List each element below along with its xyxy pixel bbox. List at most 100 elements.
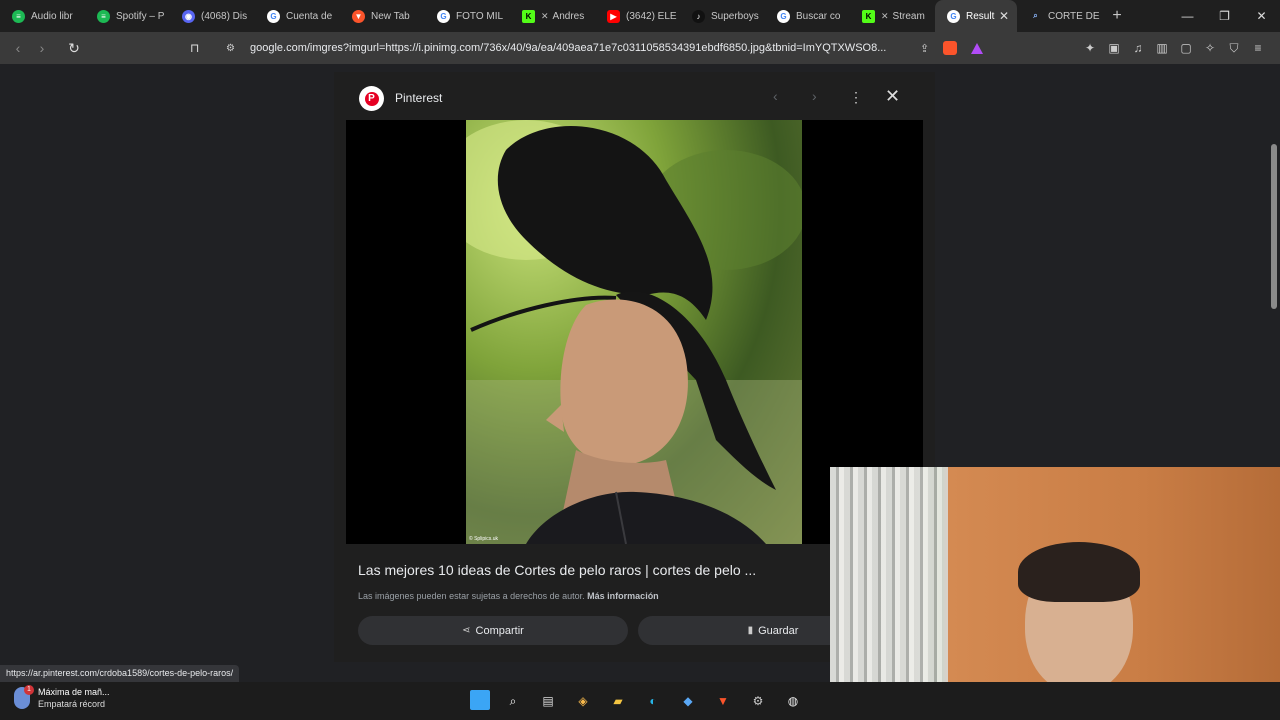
weather-title: Máxima de mañ... (38, 687, 110, 697)
tab-1[interactable]: ≡ Spotify – P (85, 0, 170, 32)
tab-label: (3642) ELE (626, 10, 677, 22)
settings-icon[interactable]: ⚙ (746, 690, 770, 712)
browser-toolbar: ‹ › ↻ ⊓ ⚙ google.com/imgres?imgurl=https… (0, 32, 1280, 64)
tab-9[interactable]: G Buscar co (765, 0, 850, 32)
copilot-icon[interactable]: ◈ (571, 690, 595, 712)
menu-icon[interactable]: ≡ (1246, 41, 1270, 55)
tab-6[interactable]: K ✕ Andres (510, 0, 595, 32)
back-icon[interactable]: ‹ (6, 40, 30, 56)
tab-label: Buscar co (796, 10, 841, 22)
tab-label: CORTE DE (1048, 10, 1100, 22)
close-viewer-icon[interactable]: ✕ (885, 86, 900, 107)
tab-label: Andres (552, 10, 585, 22)
save-label: Guardar (758, 624, 799, 637)
tab-3[interactable]: G Cuenta de (255, 0, 340, 32)
mute-icon: ✕ (881, 10, 889, 21)
new-tab-button[interactable]: + (1102, 7, 1132, 25)
copyright-note: Las imágenes pueden estar sujetas a dere… (358, 591, 659, 601)
pinterest-icon[interactable]: P (359, 86, 384, 111)
more-options-icon[interactable]: ⋮ (849, 89, 863, 106)
share-label: Compartir (475, 624, 524, 637)
tab-8[interactable]: ♪ Superboys (680, 0, 765, 32)
tab-label: Result (966, 10, 995, 22)
search-icon[interactable]: ⌕ (501, 690, 525, 712)
kick-icon: K (862, 9, 875, 23)
minimize-icon[interactable]: — (1169, 0, 1206, 32)
tab-label: FOTO MIL (456, 10, 504, 22)
tab-label: Stream (892, 10, 925, 22)
forward-icon[interactable]: › (30, 40, 54, 56)
weather-widget[interactable]: 1 Máxima de mañ... Empatará récord (14, 685, 110, 710)
edge-icon[interactable]: ◐ (641, 690, 665, 712)
search-icon: ⌕ (1033, 11, 1038, 20)
weather-icon: 1 (14, 685, 34, 709)
google-icon: G (777, 9, 790, 23)
bookmark-icon: ▮ (747, 625, 754, 636)
google-icon: G (267, 9, 280, 23)
tab-label: Spotify – P (116, 10, 165, 22)
extensions-icon[interactable]: ✦ (1078, 41, 1102, 55)
window-controls: — ❐ ✕ (1169, 0, 1280, 32)
kick-icon: K (522, 9, 535, 23)
close-tab-icon[interactable]: ✕ (999, 9, 1009, 23)
scrollbar-thumb[interactable] (1271, 144, 1277, 309)
share-button[interactable]: ⋖ Compartir (358, 616, 628, 645)
discord-icon: ◉ (182, 9, 195, 23)
google-icon: G (437, 9, 450, 23)
tab-10[interactable]: K ✕ Stream (850, 0, 935, 32)
tab-search-icon[interactable]: ▣ (1102, 41, 1126, 55)
obs-icon[interactable]: ◍ (781, 690, 805, 712)
tab-2[interactable]: ◉ (4068) Dis (170, 0, 255, 32)
photo-credit: © Splipics.uk (469, 536, 498, 542)
brave-icon: ▼ (352, 9, 365, 23)
viewer-source[interactable]: Pinterest (395, 91, 442, 105)
mute-icon: ✕ (541, 10, 549, 21)
restore-icon[interactable]: ❐ (1206, 0, 1243, 32)
taskbar-apps: ⌕ ▤ ◈ ▰ ◐ ◆ ▼ ⚙ ◍ (470, 690, 816, 712)
taskbar: 1 Máxima de mañ... Empatará récord ⌕ ▤ ◈… (0, 682, 1280, 720)
next-image-icon[interactable]: › (812, 88, 817, 104)
url-text[interactable]: google.com/imgres?imgurl=https://i.pinim… (250, 42, 910, 54)
brave-taskbar-icon[interactable]: ▼ (711, 690, 735, 712)
tab-11-active[interactable]: G Result ✕ (935, 0, 1017, 32)
tab-label: New Tab (371, 10, 410, 22)
address-bar[interactable]: ⊓ ⚙ google.com/imgres?imgurl=https://i.p… (190, 36, 993, 60)
windows-start-icon[interactable] (470, 690, 490, 710)
media-icon[interactable]: ♫ (1126, 41, 1150, 55)
tab-7[interactable]: ▶ (3642) ELE (595, 0, 680, 32)
bookmark-icon[interactable]: ⊓ (190, 41, 210, 55)
leo-ai-icon[interactable]: ✧ (1198, 41, 1222, 55)
weather-badge: 1 (24, 685, 34, 695)
site-info-icon[interactable]: ⚙ (226, 43, 246, 54)
store-icon[interactable]: ◆ (676, 690, 700, 712)
reload-icon[interactable]: ↻ (62, 40, 86, 57)
sidebar-icon[interactable]: ▥ (1150, 41, 1174, 55)
preview-photo[interactable]: © Splipics.uk (466, 120, 802, 544)
spotify-icon: ≡ (97, 9, 110, 23)
share-icon[interactable]: ⇪ (920, 42, 929, 55)
hairstyle-photo-illustration (466, 120, 802, 544)
spotify-icon: ≡ (12, 9, 25, 23)
copyright-text: Las imágenes pueden estar sujetas a dere… (358, 591, 585, 601)
tab-label: Superboys (711, 10, 759, 22)
tab-label: Cuenta de (286, 10, 333, 22)
tiktok-icon: ♪ (692, 9, 705, 23)
google-icon: G (947, 9, 960, 23)
file-explorer-icon[interactable]: ▰ (606, 690, 630, 712)
vpn-icon[interactable]: ⛉ (1222, 41, 1246, 56)
viewer-header: P Pinterest ‹ › ⋮ ✕ (334, 72, 935, 122)
tab-label: Audio libr (31, 10, 73, 22)
brave-rewards-icon[interactable] (971, 42, 984, 54)
task-view-icon[interactable]: ▤ (536, 690, 560, 712)
tab-5[interactable]: G FOTO MIL (425, 0, 510, 32)
toolbar-icons: ✦ ▣ ♫ ▥ ▢ ✧ ⛉ ≡ (1078, 32, 1270, 64)
wallet-icon[interactable]: ▢ (1174, 41, 1198, 55)
close-window-icon[interactable]: ✕ (1243, 0, 1280, 32)
more-info-link[interactable]: Más información (587, 591, 659, 601)
brave-shields-icon[interactable] (943, 41, 958, 55)
prev-image-icon[interactable]: ‹ (773, 88, 778, 104)
tab-0[interactable]: ≡ Audio libr (0, 0, 85, 32)
tab-4[interactable]: ▼ New Tab (340, 0, 425, 32)
status-url: https://ar.pinterest.com/crdoba1589/cort… (0, 665, 240, 682)
tab-12[interactable]: ⌕ CORTE DE (1017, 0, 1102, 32)
